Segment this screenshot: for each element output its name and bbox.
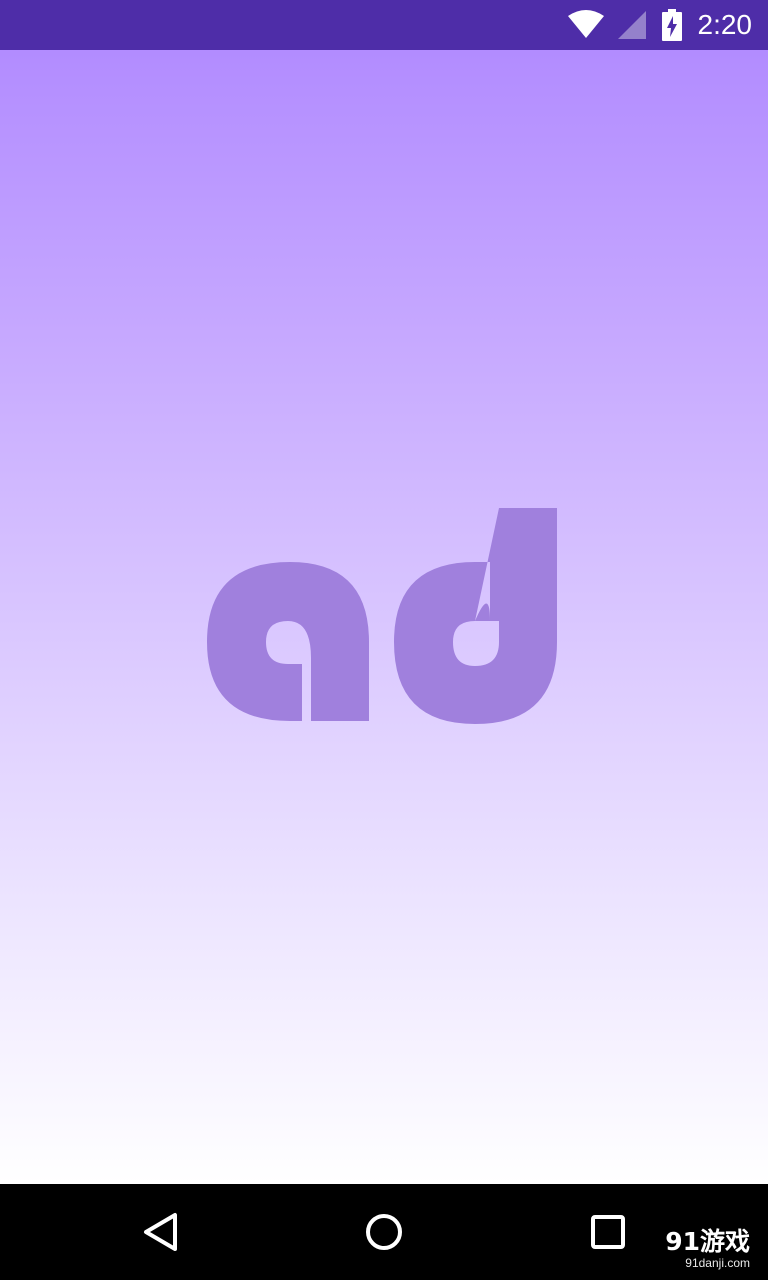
home-icon	[366, 1214, 402, 1250]
app-screen: 2:20 91游戏 91danji.com	[0, 0, 768, 1280]
watermark-logo-text: 91游戏	[665, 1227, 750, 1256]
back-icon	[144, 1213, 177, 1251]
status-icons: 2:20	[567, 0, 753, 50]
recents-button[interactable]	[568, 1184, 648, 1280]
logo-letter-a	[207, 562, 369, 721]
recents-icon	[591, 1215, 625, 1249]
wifi-icon	[567, 10, 604, 38]
cellular-signal-icon	[617, 11, 646, 39]
app-logo	[207, 508, 557, 724]
status-clock: 2:20	[697, 9, 753, 40]
watermark-url: 91danji.com	[685, 1256, 750, 1270]
navigation-bar	[0, 1184, 768, 1280]
status-bar: 2:20	[0, 0, 768, 50]
back-button[interactable]	[120, 1184, 200, 1280]
battery-charging-icon	[661, 9, 682, 41]
watermark: 91游戏 91danji.com	[665, 1227, 750, 1271]
home-button[interactable]	[344, 1184, 424, 1280]
splash-background	[0, 50, 768, 1184]
logo-letter-d	[394, 508, 557, 724]
